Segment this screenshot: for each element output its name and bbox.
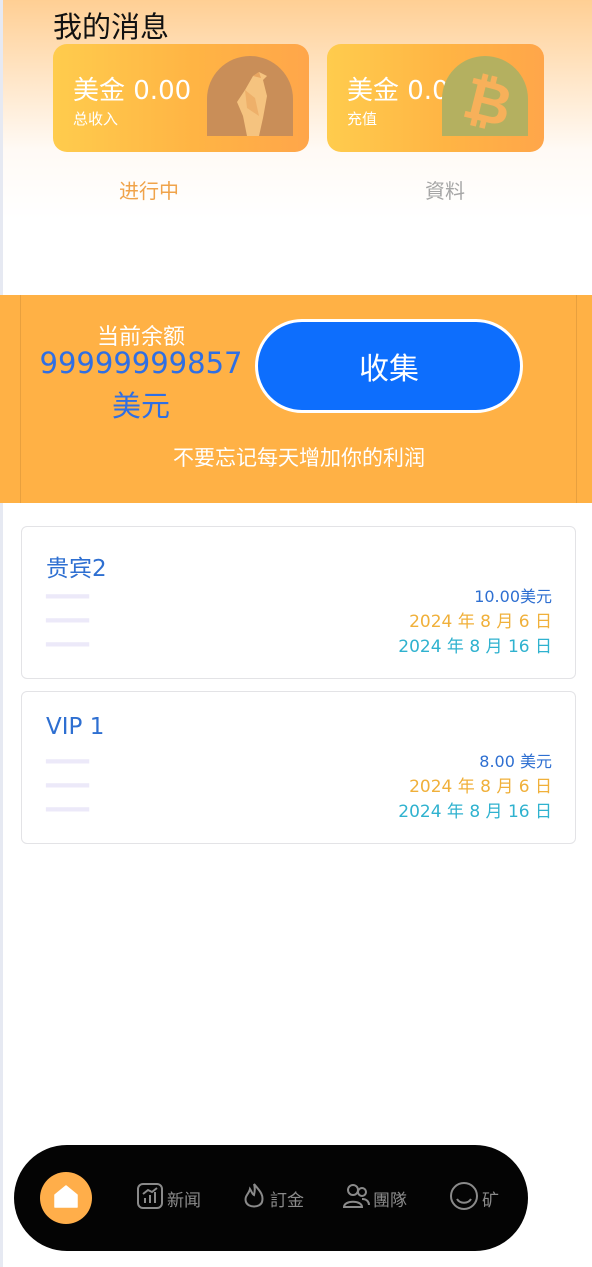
nav-label-news: 新闻 <box>167 1190 201 1211</box>
nav-label-deposit: 訂金 <box>270 1190 304 1211</box>
plan-price: 8.00 美元 <box>479 752 552 771</box>
balance-unit: 美元 <box>111 389 170 423</box>
flame-icon <box>240 1181 270 1216</box>
total-income-amount: 美金 0.00 <box>73 76 192 106</box>
total-income-label: 总收入 <box>73 110 119 128</box>
plan-start-date: 2024 年 8 月 6 日 <box>409 777 552 797</box>
balance-value: 99999999857 <box>39 346 243 380</box>
plan-start-date: 2024 年 8 月 6 日 <box>409 612 552 632</box>
faded-text: ▂▂▂▂ <box>46 607 90 623</box>
nav-item-team[interactable]: 團隊 <box>341 1181 407 1215</box>
nav-label-team: 團隊 <box>373 1190 407 1211</box>
faded-text: ▂▂▂▂ <box>46 748 90 764</box>
nav-label-mine: 矿 <box>482 1190 499 1211</box>
faded-text: ▂▂▂▂ <box>46 772 90 788</box>
profit-reminder: 不要忘记每天增加你的利润 <box>173 446 425 470</box>
balance-panel: 当前余额 99999999857 美元 收集 不要忘记每天增加你的利润 <box>0 295 592 503</box>
recharge-label: 充值 <box>347 110 378 128</box>
plan-card[interactable]: 贵宾2 ▂▂▂▂ ▂▂▂▂ ▂▂▂▂ 10.00美元 2024 年 8 月 6 … <box>21 526 576 679</box>
total-income-card[interactable]: 美金 0.00 总收入 <box>53 44 309 152</box>
users-icon <box>341 1181 373 1216</box>
plan-price: 10.00美元 <box>474 587 552 606</box>
recharge-card[interactable]: 美金 0.00 充值 ₿ <box>327 44 544 152</box>
faded-text: ▂▂▂▂ <box>46 796 90 812</box>
plan-name: VIP 1 <box>46 714 105 740</box>
plan-name: 贵宾2 <box>46 556 107 582</box>
bitcoin-icon: ₿ <box>442 56 528 136</box>
left-edge <box>0 0 3 1267</box>
bottom-nav: 新闻 訂金 團隊 矿 <box>14 1145 528 1251</box>
nav-item-news[interactable]: 新闻 <box>135 1181 201 1215</box>
nav-item-deposit[interactable]: 訂金 <box>240 1181 304 1215</box>
smile-icon <box>448 1180 482 1217</box>
faded-text: ▂▂▂▂ <box>46 631 90 647</box>
nav-item-mine[interactable]: 矿 <box>448 1181 499 1215</box>
home-icon <box>52 1183 80 1213</box>
plan-end-date: 2024 年 8 月 16 日 <box>398 637 552 657</box>
tab-in-progress[interactable]: 进行中 <box>119 175 179 204</box>
collect-button[interactable]: 收集 <box>255 319 523 413</box>
plan-card[interactable]: VIP 1 ▂▂▂▂ ▂▂▂▂ ▂▂▂▂ 8.00 美元 2024 年 8 月 … <box>21 691 576 844</box>
nav-home-button[interactable] <box>40 1172 92 1224</box>
tab-profile[interactable]: 資料 <box>425 175 465 204</box>
page-title: 我的消息 <box>53 10 170 44</box>
plan-end-date: 2024 年 8 月 16 日 <box>398 802 552 822</box>
chart-icon <box>135 1181 167 1216</box>
svg-text:₿: ₿ <box>457 63 519 136</box>
faded-text: ▂▂▂▂ <box>46 583 90 599</box>
bird-icon <box>207 56 293 136</box>
